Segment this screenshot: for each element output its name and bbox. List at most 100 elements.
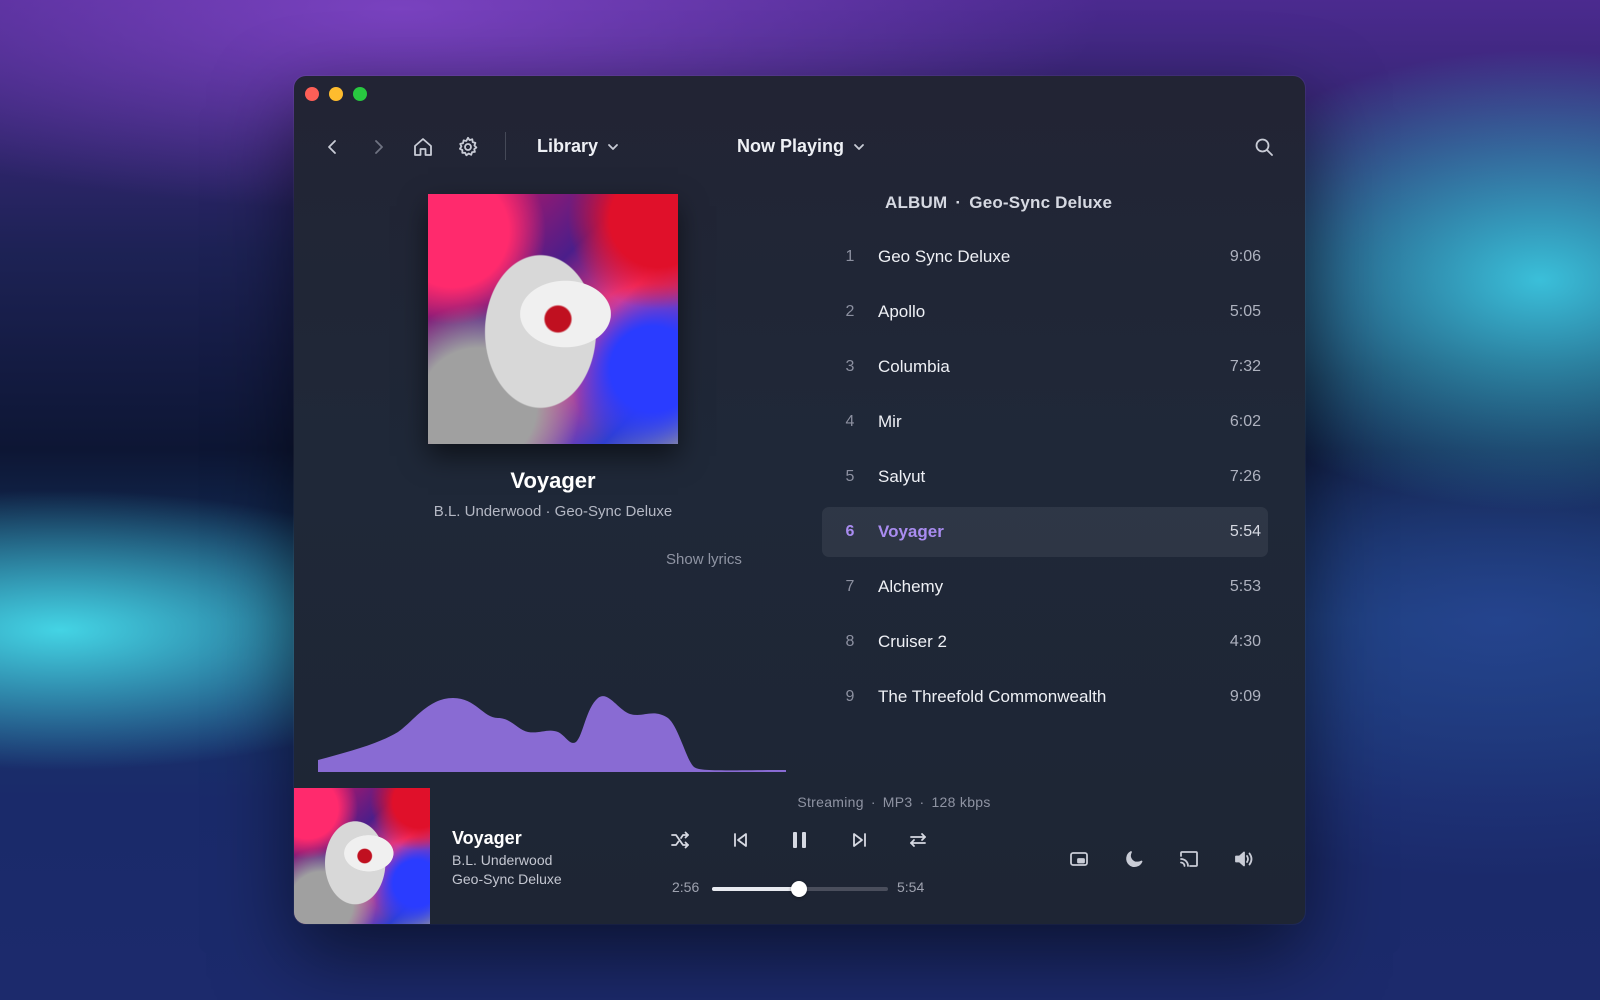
- settings-button[interactable]: [455, 134, 481, 160]
- track-number: 9: [845, 688, 855, 705]
- miniplayer-button[interactable]: [1064, 844, 1094, 874]
- close-window-button[interactable]: [305, 87, 319, 101]
- repeat-button[interactable]: [904, 826, 932, 854]
- chevron-down-icon: [608, 143, 618, 150]
- track-title: Cruiser 2: [878, 632, 947, 651]
- chevron-left-icon: [328, 140, 336, 154]
- track-duration: 5:05: [1229, 303, 1261, 320]
- chevron-down-icon: [854, 143, 864, 150]
- view-dropdown[interactable]: Now Playing: [737, 136, 866, 157]
- track-row[interactable]: 9 The Threefold Commonwealth 9:09: [822, 672, 1268, 722]
- stream-bitrate: 128 kbps: [931, 794, 991, 810]
- track-list: 1 Geo Sync Deluxe 9:06 2 Apollo 5:05 3 Columbia…: [822, 232, 1268, 727]
- home-icon: [414, 138, 432, 156]
- shuffle-button[interactable]: [666, 826, 694, 854]
- track-row[interactable]: 2 Apollo 5:05: [822, 287, 1268, 337]
- track-title: Voyager: [878, 522, 944, 541]
- previous-button[interactable]: [726, 826, 754, 854]
- player-song-title: Voyager: [452, 828, 522, 848]
- waveform-shape: [318, 696, 786, 772]
- search-button[interactable]: [1251, 134, 1277, 160]
- track-title: The Threefold Commonwealth: [878, 687, 1107, 706]
- chevron-right-icon: [375, 140, 383, 154]
- stream-format: MP3: [882, 794, 913, 810]
- show-lyrics-button[interactable]: Show lyrics: [666, 551, 742, 568]
- stream-info: Streaming · MP3 · 128 kbps: [694, 794, 1094, 810]
- skip-previous-icon: [734, 833, 747, 847]
- cast-icon: [1180, 851, 1198, 867]
- track-number: 5: [845, 468, 855, 485]
- pause-icon: [793, 832, 806, 848]
- progress-fill: [712, 887, 800, 891]
- window-controls: [305, 87, 367, 101]
- track-duration: 9:09: [1229, 688, 1261, 705]
- minimize-window-button[interactable]: [329, 87, 343, 101]
- music-player-window: Library Now Playing Voyager B.L. Underwo…: [294, 76, 1305, 924]
- forward-button[interactable]: [365, 134, 391, 160]
- pause-button[interactable]: [786, 826, 814, 854]
- skip-next-icon: [853, 833, 866, 847]
- moon-icon: [1126, 851, 1143, 867]
- stream-separator: ·: [870, 794, 876, 810]
- album-header: ALBUM · Geo-Sync Deluxe: [885, 193, 1112, 213]
- view-label: Now Playing: [737, 136, 845, 156]
- track-number: 2: [845, 303, 855, 320]
- zoom-window-button[interactable]: [353, 87, 367, 101]
- track-duration: 9:06: [1229, 248, 1261, 265]
- track-number: 7: [845, 578, 855, 595]
- track-row[interactable]: 7 Alchemy 5:53: [822, 562, 1268, 612]
- toolbar: Library Now Playing: [294, 124, 1305, 170]
- track-row[interactable]: 3 Columbia 7:32: [822, 342, 1268, 392]
- album-name: Geo-Sync Deluxe: [969, 193, 1113, 212]
- track-duration: 7:32: [1229, 358, 1261, 375]
- track-number: 3: [845, 358, 855, 375]
- track-title: Geo Sync Deluxe: [878, 247, 1011, 266]
- track-row[interactable]: 6 Voyager 5:54: [822, 507, 1268, 557]
- track-row[interactable]: 5 Salyut 7:26: [822, 452, 1268, 502]
- stream-separator: ·: [919, 794, 925, 810]
- track-title: Columbia: [878, 357, 950, 376]
- player-album: Geo-Sync Deluxe: [452, 871, 562, 887]
- stream-source: Streaming: [797, 794, 864, 810]
- track-duration: 5:54: [1229, 523, 1261, 540]
- volume-button[interactable]: [1229, 844, 1259, 874]
- album-artwork-image: [428, 194, 678, 444]
- total-time: 5:54: [897, 879, 925, 895]
- song-title: Voyager: [510, 468, 596, 493]
- volume-icon: [1235, 851, 1253, 867]
- cast-button[interactable]: [1174, 844, 1204, 874]
- track-title: Alchemy: [878, 577, 944, 596]
- gear-icon: [459, 136, 478, 157]
- progress-slider[interactable]: [712, 881, 888, 897]
- shuffle-icon: [671, 831, 689, 849]
- track-row[interactable]: 8 Cruiser 2 4:30: [822, 617, 1268, 667]
- track-title: Mir: [878, 412, 902, 431]
- next-button[interactable]: [846, 826, 874, 854]
- library-dropdown[interactable]: Library: [537, 136, 620, 157]
- track-row[interactable]: 1 Geo Sync Deluxe 9:06: [822, 232, 1268, 282]
- track-number: 1: [845, 248, 855, 265]
- mini-album-artwork[interactable]: [294, 788, 430, 924]
- track-title: Apollo: [878, 302, 926, 321]
- album-header-separator: ·: [955, 193, 962, 212]
- track-duration: 7:26: [1229, 468, 1261, 485]
- elapsed-time: 2:56: [672, 879, 700, 895]
- player-artist: B.L. Underwood: [452, 852, 553, 868]
- track-row[interactable]: 4 Mir 6:02: [822, 397, 1268, 447]
- track-duration: 5:53: [1229, 578, 1261, 595]
- song-artist-album: B.L. Underwood · Geo-Sync Deluxe: [433, 503, 673, 520]
- search-icon: [1255, 138, 1273, 156]
- track-number: 8: [845, 633, 855, 650]
- album-header-prefix: ALBUM: [885, 193, 948, 212]
- track-duration: 6:02: [1229, 413, 1261, 430]
- album-cover: [428, 194, 678, 444]
- audio-waveform: [318, 696, 786, 772]
- back-button[interactable]: [320, 134, 346, 160]
- track-number: 4: [845, 413, 855, 430]
- repeat-icon: [910, 833, 926, 847]
- track-number: 6: [845, 523, 855, 540]
- home-button[interactable]: [410, 134, 436, 160]
- sleep-timer-button[interactable]: [1119, 844, 1149, 874]
- toolbar-divider: [505, 132, 506, 160]
- progress-thumb[interactable]: [791, 881, 808, 897]
